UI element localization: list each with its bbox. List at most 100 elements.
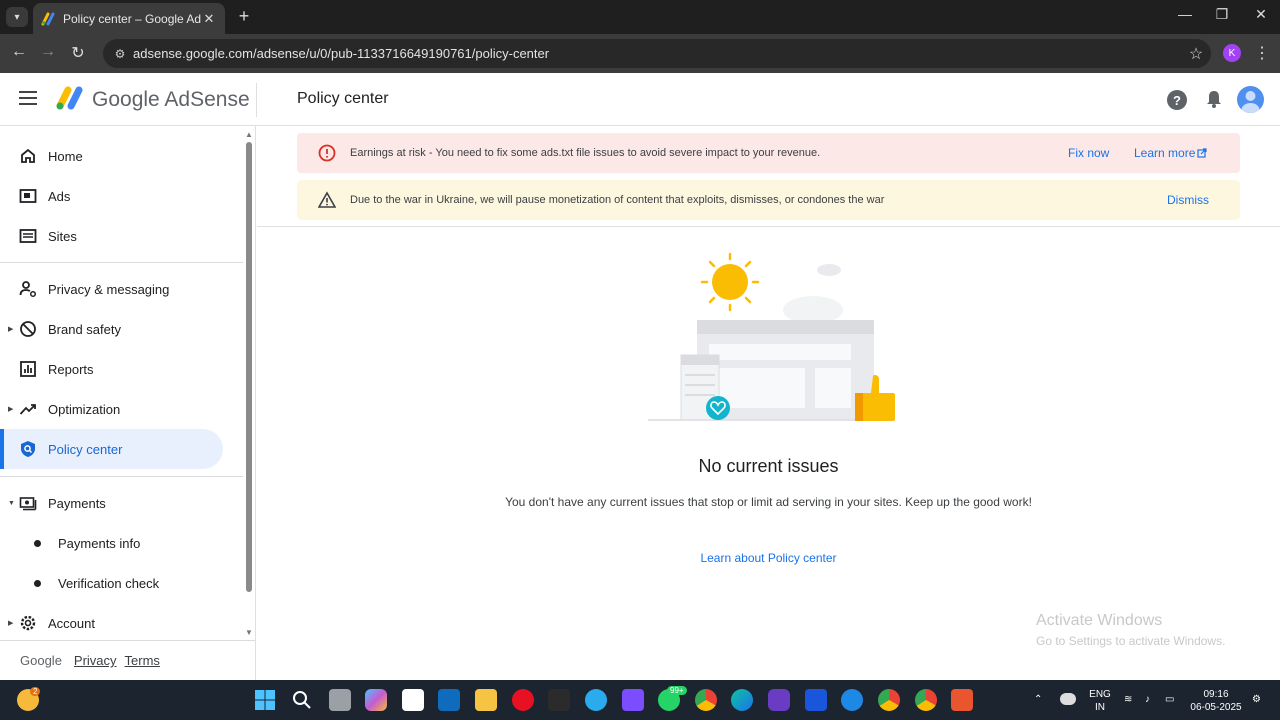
copilot-icon[interactable] — [365, 689, 387, 711]
scroll-up-arrow-icon[interactable]: ▲ — [245, 130, 253, 139]
sidebar-footer: Google Privacy Terms — [0, 640, 255, 680]
expand-caret-icon[interactable]: ▶ — [8, 619, 13, 627]
browser-toolbar: ← → ↻ ⚙ adsense.google.com/adsense/u/0/p… — [0, 34, 1280, 73]
site-info-icon[interactable]: ⚙ — [107, 47, 133, 61]
search-icon[interactable] — [291, 689, 313, 711]
chevron-up-icon[interactable]: ⌃ — [1034, 693, 1042, 706]
address-bar[interactable]: ⚙ adsense.google.com/adsense/u/0/pub-113… — [103, 39, 1211, 68]
expand-caret-icon[interactable]: ▶ — [8, 405, 13, 413]
learn-about-policy-center-link[interactable]: Learn about Policy center — [257, 551, 1280, 565]
task-view-icon[interactable] — [329, 689, 351, 711]
battery-icon[interactable]: ▭ — [1165, 693, 1174, 706]
payments-icon — [19, 497, 37, 511]
collapse-caret-icon[interactable]: ▼ — [8, 500, 15, 507]
sidebar-item-ads[interactable]: Ads — [0, 176, 223, 216]
sidebar-scrollbar[interactable]: ▲ ▼ — [244, 130, 254, 640]
main-menu-icon[interactable] — [19, 91, 37, 105]
xampp-icon[interactable] — [951, 689, 973, 711]
volume-icon[interactable]: ♪ — [1145, 693, 1150, 706]
url-text[interactable]: adsense.google.com/adsense/u/0/pub-11337… — [133, 46, 1181, 61]
microsoft-store-icon[interactable] — [402, 689, 424, 711]
sidebar-item-verification-check[interactable]: Verification check — [0, 563, 223, 603]
product-logo-text[interactable]: Google AdSense — [92, 88, 250, 112]
chrome-menu-icon[interactable]: ⋮ — [1254, 43, 1270, 63]
sidebar-divider — [0, 262, 243, 263]
forward-arrow-icon[interactable]: → — [37, 43, 59, 61]
telegram-icon[interactable] — [585, 689, 607, 711]
sidebar-item-home[interactable]: Home — [0, 136, 223, 176]
terms-link[interactable]: Terms — [125, 653, 160, 668]
language-code: ENG — [1089, 689, 1111, 700]
close-window-button[interactable]: ✕ — [1246, 6, 1276, 23]
sidebar-item-brand-safety[interactable]: ▶ Brand safety — [0, 309, 223, 349]
notifications-bell-icon[interactable] — [1204, 89, 1224, 109]
scrollbar-thumb[interactable] — [246, 142, 252, 592]
opera-icon[interactable] — [512, 689, 534, 711]
sidebar-item-optimization[interactable]: ▶ Optimization — [0, 389, 223, 429]
sidebar-item-sites[interactable]: Sites — [0, 216, 223, 256]
wifi-icon[interactable]: ≋ — [1124, 693, 1132, 706]
reload-icon[interactable]: ↻ — [67, 43, 89, 63]
bullet-dot — [34, 579, 41, 587]
policy-shield-icon — [21, 441, 35, 457]
minimize-window-button[interactable]: — — [1170, 6, 1200, 22]
bullet-dot — [34, 539, 41, 547]
fix-now-link[interactable]: Fix now — [1068, 146, 1109, 160]
account-avatar[interactable] — [1237, 86, 1264, 113]
clipchamp-icon[interactable] — [622, 689, 644, 711]
chrome-profile-k-icon[interactable] — [915, 689, 937, 711]
clock[interactable]: 09:16 06-05-2025 — [1188, 688, 1244, 714]
ads-icon — [19, 189, 37, 203]
whatsapp-badge: 99+ — [667, 686, 687, 695]
sidebar-item-account[interactable]: ▶ Account — [0, 603, 223, 643]
close-tab-icon[interactable]: ✕ — [201, 11, 217, 27]
chrome-icon[interactable] — [695, 689, 717, 711]
learn-more-link[interactable]: Learn more — [1134, 146, 1195, 160]
warning-banner-text: Due to the war in Ukraine, we will pause… — [350, 194, 885, 206]
app-header: Google AdSense Policy center ? — [0, 73, 1280, 126]
sidebar-item-label: Home — [48, 148, 83, 164]
app-icon-blue[interactable] — [805, 689, 827, 711]
sidebar-item-label: Reports — [48, 361, 94, 377]
windows-taskbar: 2 99+ ⌃ ENG IN ≋ ♪ ▭ 09:16 06-05-2025 ⚙ — [0, 680, 1280, 720]
app-icon[interactable] — [438, 689, 460, 711]
maximize-window-button[interactable]: ❐ — [1207, 6, 1237, 23]
app-icon-round[interactable] — [841, 689, 863, 711]
help-icon[interactable]: ? — [1167, 90, 1187, 110]
dismiss-button[interactable]: Dismiss — [1167, 193, 1209, 207]
privacy-link[interactable]: Privacy — [74, 653, 117, 668]
sidebar-item-label: Policy center — [48, 441, 123, 457]
sidebar-item-policy-center[interactable]: Policy center — [0, 429, 223, 469]
sidebar-item-reports[interactable]: Reports — [0, 349, 223, 389]
notification-center-icon[interactable]: ⚙ — [1252, 693, 1261, 706]
app-icon-purple[interactable] — [768, 689, 790, 711]
tab-search-button[interactable]: ▾ — [6, 7, 28, 27]
activate-windows-subtext: Go to Settings to activate Windows. — [1036, 634, 1226, 648]
edge-icon[interactable] — [731, 689, 753, 711]
sidebar-subitem-label: Verification check — [58, 575, 160, 591]
onedrive-cloud-icon[interactable] — [1060, 693, 1076, 705]
back-arrow-icon[interactable]: ← — [8, 43, 30, 61]
learn-about-policy-center-label[interactable]: Learn about Policy center — [700, 551, 836, 565]
windows-start-icon[interactable] — [254, 689, 276, 711]
chrome-profile-r-icon[interactable] — [878, 689, 900, 711]
content-divider — [257, 226, 1280, 227]
file-explorer-icon[interactable] — [475, 689, 497, 711]
language-indicator[interactable]: ENG IN — [1088, 688, 1112, 714]
gear-icon — [20, 615, 36, 631]
new-tab-button[interactable]: + — [234, 6, 254, 27]
tab-title: Policy center – Google AdSense — [63, 11, 201, 26]
bookmark-star-icon[interactable]: ☆ — [1181, 44, 1211, 64]
expand-caret-icon[interactable]: ▶ — [8, 325, 13, 333]
ukraine-war-banner: Due to the war in Ukraine, we will pause… — [297, 180, 1240, 220]
sidebar-item-privacy-messaging[interactable]: Privacy & messaging — [0, 269, 223, 309]
browser-tab-active[interactable]: Policy center – Google AdSense ✕ — [33, 3, 225, 34]
pycharm-icon[interactable] — [548, 689, 570, 711]
region-code: IN — [1095, 702, 1105, 713]
chrome-profile-avatar[interactable]: K — [1223, 44, 1241, 62]
sidebar-item-payments-info[interactable]: Payments info — [0, 523, 223, 563]
sidebar-item-payments[interactable]: ▼ Payments — [0, 483, 223, 523]
sidebar-subitem-label: Payments info — [58, 535, 141, 551]
scroll-down-arrow-icon[interactable]: ▼ — [245, 628, 253, 637]
weather-badge: 2 — [30, 687, 41, 696]
